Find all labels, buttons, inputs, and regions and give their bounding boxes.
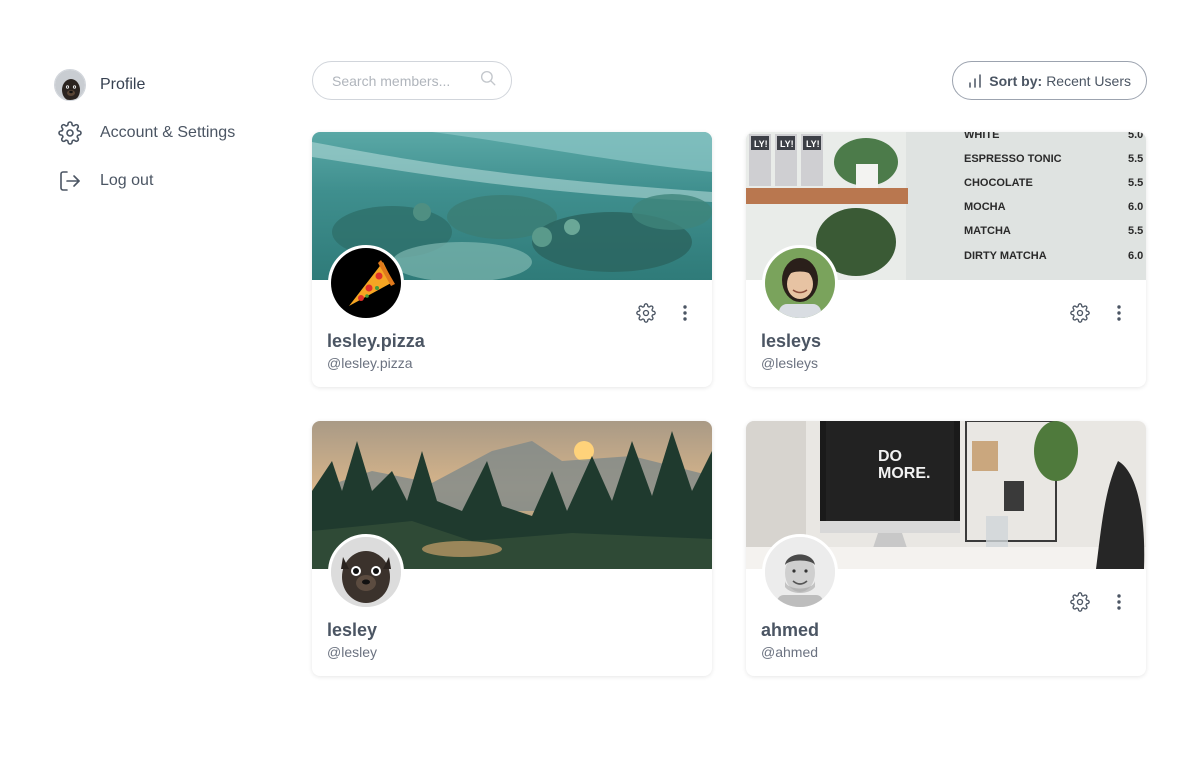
sidebar-item-account-settings[interactable]: Account & Settings [54, 116, 284, 150]
search-box[interactable] [312, 61, 512, 100]
sidebar-item-logout[interactable]: Log out [54, 164, 284, 198]
member-card[interactable]: lesley.pizza @lesley.pizza [312, 132, 712, 387]
menu-price: 5.5 [1128, 225, 1143, 237]
search-input[interactable] [332, 72, 479, 89]
menu-item: MOCHA [964, 201, 1006, 213]
avatar [762, 534, 838, 610]
pizza-icon [331, 248, 401, 318]
member-card[interactable]: LY! LY! LY! WHITE ESPRESSO TONIC CHOCOLA… [746, 132, 1146, 387]
search-icon[interactable] [479, 69, 497, 92]
card-actions [1054, 300, 1132, 326]
gear-icon[interactable] [633, 300, 659, 326]
menu-item: MATCHA [964, 225, 1011, 237]
avatar [328, 534, 404, 610]
menu-price: 5.5 [1128, 153, 1143, 165]
monitor-text: DO [878, 448, 902, 465]
sort-button[interactable]: Sort by: Recent Users [952, 61, 1147, 100]
profile-avatar [54, 69, 86, 101]
member-card[interactable]: lesley @lesley [312, 421, 712, 676]
more-vertical-icon[interactable] [672, 300, 698, 326]
member-handle: @lesleys [761, 355, 819, 371]
gear-icon [54, 117, 86, 149]
avatar [762, 245, 838, 321]
more-vertical-icon[interactable] [1106, 300, 1132, 326]
monitor-text: MORE. [878, 465, 930, 482]
menu-price: 6.0 [1128, 201, 1143, 213]
member-name[interactable]: lesleys [761, 331, 821, 352]
gear-icon[interactable] [1067, 300, 1093, 326]
card-actions [620, 300, 698, 326]
menu-price: 6.0 [1128, 250, 1143, 262]
man-portrait-icon [765, 537, 835, 607]
card-actions [1054, 589, 1132, 615]
carton-label: LY! [780, 139, 794, 149]
menu-item: WHITE [964, 132, 999, 141]
sort-value: Recent Users [1046, 72, 1131, 89]
menu-item: DIRTY MATCHA [964, 250, 1047, 262]
more-vertical-icon[interactable] [1106, 589, 1132, 615]
menu-price: 5.5 [1128, 177, 1143, 189]
member-name[interactable]: ahmed [761, 620, 819, 641]
member-handle: @lesley.pizza [327, 355, 413, 371]
member-handle: @ahmed [761, 644, 819, 660]
woman-portrait-icon [765, 248, 835, 318]
menu-item: ESPRESSO TONIC [964, 153, 1062, 165]
member-name[interactable]: lesley [327, 620, 377, 641]
dog-avatar-icon [55, 70, 85, 100]
avatar [328, 245, 404, 321]
bar-chart-icon [968, 73, 982, 88]
sidebar-item-profile[interactable]: Profile [54, 68, 284, 102]
gear-icon[interactable] [1067, 589, 1093, 615]
member-name[interactable]: lesley.pizza [327, 331, 425, 352]
menu-price: 5.0 [1128, 132, 1143, 141]
member-handle: @lesley [327, 644, 378, 660]
sidebar-item-label: Log out [100, 172, 154, 189]
sort-prefix: Sort by: [989, 72, 1043, 89]
sidebar-item-label: Account & Settings [100, 124, 236, 141]
member-card[interactable]: DO MORE. ahmed @ahmed [746, 421, 1146, 676]
pug-icon [331, 537, 401, 607]
menu-item: CHOCOLATE [964, 177, 1033, 189]
carton-label: LY! [754, 139, 768, 149]
sidebar: Profile Account & Settings Log out [54, 68, 284, 212]
sidebar-item-label: Profile [100, 76, 146, 93]
carton-label: LY! [806, 139, 820, 149]
logout-icon [54, 165, 86, 197]
